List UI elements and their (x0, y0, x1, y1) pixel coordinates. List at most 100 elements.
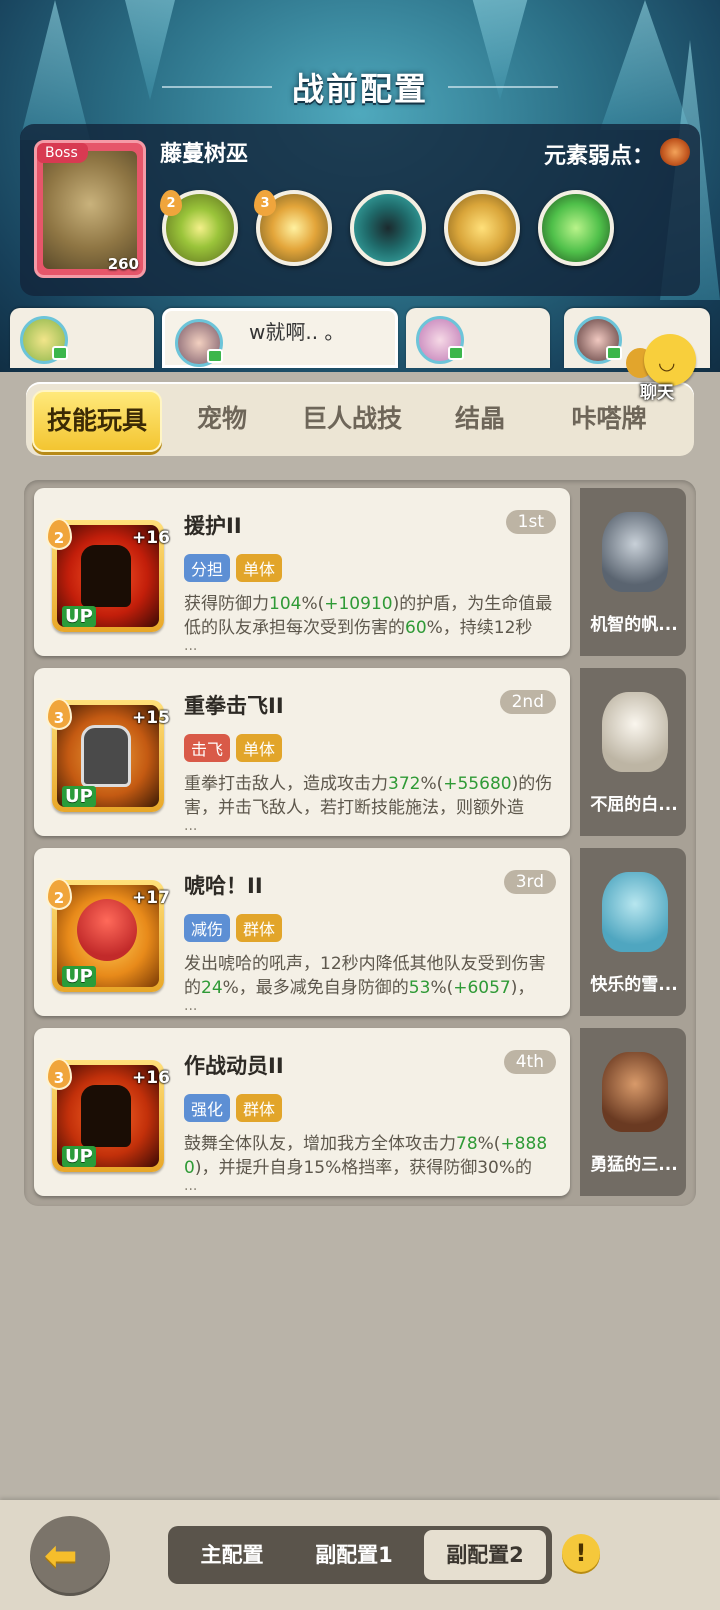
boss-skill-green-slime-icon[interactable] (538, 190, 614, 266)
skill-bonus: +17 (132, 888, 170, 908)
skill-tags: 击飞 单体 (184, 734, 288, 762)
member-ready-icon (207, 349, 223, 363)
skill-slot: 2 +16 UP 援护II 1st 分担 单体 获得防御力104%(+10910)… (34, 488, 686, 656)
upgrade-badge: UP (62, 786, 96, 807)
skill-bonus: +16 (132, 1068, 170, 1088)
skill-card[interactable]: 3 +15 UP 重拳击飞II 2nd 击飞 单体 重拳打击敌人，造成攻击力372… (34, 668, 570, 836)
skill-card[interactable]: 2 +17 UP 唬哈！II 3rd 减伤 群体 发出唬哈的吼声，12秒内降低其他… (34, 848, 570, 1016)
pet-card[interactable]: 快乐的雪... (580, 848, 686, 1016)
pet-name: 快乐的雪... (590, 975, 678, 995)
description-ellipsis: ... (184, 638, 198, 654)
skill-tag: 群体 (236, 914, 283, 942)
skill-description: 发出唬哈的吼声，12秒内降低其他队友受到伤害的24%，最多减免自身防御的53%(… (184, 954, 546, 998)
config-sub-1[interactable]: 副配置1 (298, 1530, 410, 1580)
pet-name: 勇猛的三... (590, 1155, 678, 1175)
boss-tag: Boss (37, 143, 88, 163)
skill-level-badge: 3 (46, 1058, 72, 1090)
page-title: 战前配置 (291, 70, 428, 108)
skill-tags: 强化 群体 (184, 1094, 288, 1122)
roaring-face (77, 899, 137, 961)
silhouette-figure (81, 545, 131, 607)
loadout-sheet: 技能玩具 宠物 巨人战技 结晶 咔嗒牌 2 +16 UP 援护II 1st 分担… (0, 372, 720, 1500)
boss-portrait-icon (43, 151, 137, 269)
team-member-slot[interactable] (406, 308, 550, 368)
skill-name: 作战动员II (184, 1054, 284, 1078)
description-ellipsis: ... (184, 1178, 198, 1194)
back-button[interactable]: ⬅ (30, 1516, 110, 1596)
pet-card[interactable]: 勇猛的三... (580, 1028, 686, 1196)
category-tab-bar: 技能玩具 宠物 巨人战技 结晶 咔嗒牌 (26, 382, 694, 456)
pet-name: 机智的帆... (590, 615, 678, 635)
pet-figure-icon (602, 692, 668, 772)
skill-rank: 3rd (503, 870, 556, 894)
skill-level-badge: 2 (160, 190, 182, 216)
skill-level-badge: 3 (46, 698, 72, 730)
boss-skill-green-burst-icon[interactable]: 2 (160, 190, 238, 266)
fire-element-icon[interactable] (660, 138, 690, 166)
description-ellipsis: ... (184, 818, 198, 834)
boss-portrait-card[interactable]: Boss 260 (34, 140, 146, 278)
skill-description: 获得防御力104%(+10910)的护盾，为生命值最低的队友承担每次受到伤害的6… (184, 594, 553, 638)
skill-tag: 强化 (184, 1094, 231, 1122)
upgrade-badge: UP (62, 966, 96, 987)
skill-bonus: +16 (132, 528, 170, 548)
skill-rank: 1st (505, 510, 556, 534)
pet-card[interactable]: 机智的帆... (580, 488, 686, 656)
back-arrow-icon: ⬅ (44, 1533, 78, 1579)
skill-tag: 单体 (236, 734, 283, 762)
boss-name: 藤蔓树巫 (160, 142, 249, 167)
skill-slot: 3 +16 UP 作战动员II 4th 强化 群体 鼓舞全体队友，增加我方全体攻击… (34, 1028, 686, 1196)
boss-skill-fire-flame-icon[interactable]: 3 (254, 190, 332, 266)
skill-card[interactable]: 2 +16 UP 援护II 1st 分担 单体 获得防御力104%(+10910)… (34, 488, 570, 656)
skill-bonus: +15 (132, 708, 170, 728)
pet-figure-icon (602, 512, 668, 592)
warning-icon[interactable]: ! (562, 1534, 600, 1572)
boss-skill-dark-shadow-icon[interactable] (350, 190, 426, 266)
skill-rank: 2nd (499, 690, 556, 714)
skill-list: 2 +16 UP 援护II 1st 分担 单体 获得防御力104%(+10910)… (24, 480, 696, 1206)
smile-glyph: ◡ (658, 350, 676, 374)
bottom-bar: ⬅ 主配置 副配置1 副配置2 ! (0, 1500, 720, 1610)
config-switcher: 主配置 副配置1 副配置2 (168, 1526, 552, 1584)
skill-name: 援护II (184, 514, 242, 538)
skill-name: 重拳击飞II (184, 694, 284, 718)
pet-name: 不屈的白... (590, 795, 678, 815)
config-main[interactable]: 主配置 (176, 1530, 288, 1580)
tab-crystals[interactable]: 结晶 (430, 390, 530, 448)
config-sub-2[interactable]: 副配置2 (424, 1530, 546, 1580)
pet-figure-icon (602, 872, 668, 952)
team-member-slot-self[interactable]: w就啊.. 。 (162, 308, 398, 368)
skill-tags: 分担 单体 (184, 554, 288, 582)
boss-skill-gold-spike-icon[interactable] (444, 190, 520, 266)
boss-level: 260 (107, 255, 139, 273)
title-right-ornament (448, 86, 558, 88)
skill-slot: 2 +17 UP 唬哈！II 3rd 减伤 群体 发出唬哈的吼声，12秒内降低其他… (34, 848, 686, 1016)
member-ready-icon (448, 346, 464, 360)
member-ready-icon (52, 346, 68, 360)
skill-card[interactable]: 3 +16 UP 作战动员II 4th 强化 群体 鼓舞全体队友，增加我方全体攻击… (34, 1028, 570, 1196)
skill-tags: 减伤 群体 (184, 914, 288, 942)
tab-skill-toys[interactable]: 技能玩具 (32, 390, 162, 452)
chat-label: 聊天 (640, 383, 674, 403)
chat-button[interactable]: ◡ 聊天 (626, 334, 706, 406)
upgrade-badge: UP (62, 606, 96, 627)
skill-tag: 单体 (236, 554, 283, 582)
skill-slot: 3 +15 UP 重拳击飞II 2nd 击飞 单体 重拳打击敌人，造成攻击力372… (34, 668, 686, 836)
pet-card[interactable]: 不屈的白... (580, 668, 686, 836)
tab-giant-skills[interactable]: 巨人战技 (284, 390, 420, 448)
skill-rank: 4th (503, 1050, 556, 1074)
skill-tag: 减伤 (184, 914, 231, 942)
skill-level-badge: 2 (46, 878, 72, 910)
member-ready-icon (606, 346, 622, 360)
team-member-slot[interactable] (10, 308, 154, 368)
skill-tag: 击飞 (184, 734, 231, 762)
skill-tag: 分担 (184, 554, 231, 582)
silhouette-figure (81, 725, 131, 787)
element-weakness-label: 元素弱点： (543, 144, 654, 169)
tab-pets[interactable]: 宠物 (172, 390, 272, 448)
skill-description: 鼓舞全体队友，增加我方全体攻击力78%(+8880)，并提升自身15%格挡率，获… (184, 1134, 548, 1178)
silhouette-figure (81, 1085, 131, 1147)
boss-info-panel: Boss 260 藤蔓树巫 元素弱点： 2 3 (20, 124, 700, 296)
skill-name: 唬哈！II (184, 874, 263, 898)
pet-figure-icon (602, 1052, 668, 1132)
